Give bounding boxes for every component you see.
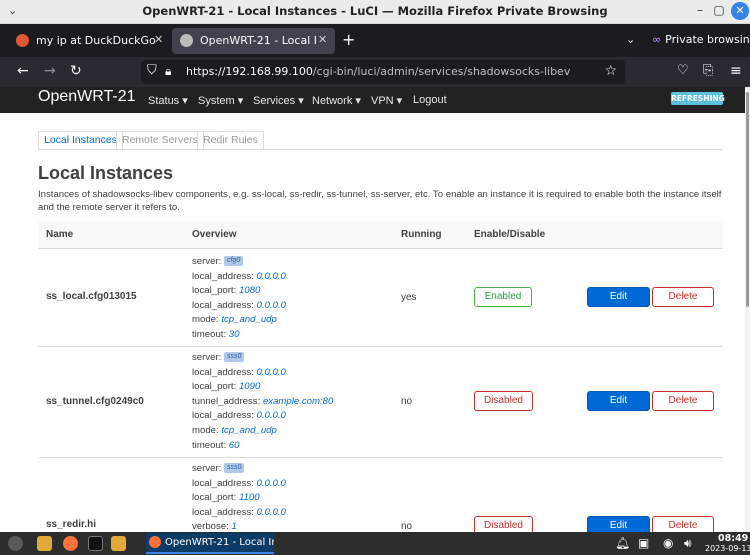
col-header-running: Running <box>401 229 442 240</box>
taskbar-window-firefox[interactable]: OpenWRT-21 - Local Insta... <box>146 533 274 554</box>
server-chip[interactable]: sss0 <box>224 352 245 363</box>
refreshing-badge[interactable]: REFRESHING <box>671 92 725 105</box>
instance-overview: server: sss0 local_address: 0.0.0.0 loca… <box>192 463 286 533</box>
clock-time[interactable]: 08:49 <box>718 533 748 544</box>
browser-tab-openwrt[interactable]: OpenWRT-21 - Local Instanc ✕ <box>172 28 335 54</box>
maximize-button[interactable]: ▢ <box>711 3 727 17</box>
tab-redir-rules[interactable]: Redir Rules <box>197 131 264 149</box>
network-icon[interactable]: ◉ <box>663 536 673 550</box>
instance-name: ss_local.cfg013015 <box>46 291 137 302</box>
edit-button[interactable]: Edit <box>587 287 650 307</box>
pocket-icon[interactable]: ♡ <box>677 63 689 78</box>
new-tab-button[interactable]: + <box>342 30 355 49</box>
back-arrow-icon[interactable]: ← <box>17 63 29 79</box>
menu-status[interactable]: Status ▾ <box>148 94 188 107</box>
tab-list-chevron-icon[interactable]: ⌄ <box>626 33 635 46</box>
browser-nav-bar: ← → ↻ ⛉ 🔒︎ https://192.168.99.100/cgi-bi… <box>0 57 750 87</box>
menu-system[interactable]: System ▾ <box>198 94 243 107</box>
page-scrollbar-thumb[interactable] <box>746 92 749 307</box>
desktop-taskbar: OpenWRT-21 - Local Insta... 🔔︎ ▣ ◉ 🔊︎ 08… <box>0 532 750 555</box>
hamburger-menu-icon[interactable]: ≡ <box>730 63 742 79</box>
window-title: OpenWRT-21 - Local Instances - LuCI — Mo… <box>142 4 608 18</box>
instance-overview: server: sss0 local_address: 0.0.0.0 loca… <box>192 352 334 451</box>
firefox-icon <box>149 536 161 548</box>
window-titlebar: ⌄ OpenWRT-21 - Local Instances - LuCI — … <box>0 0 750 24</box>
file-manager-icon[interactable] <box>37 536 52 551</box>
url-bar[interactable]: ⛉ 🔒︎ https://192.168.99.100/cgi-bin/luci… <box>141 60 625 84</box>
clock-date[interactable]: 2023-09-13 <box>705 544 750 553</box>
instance-name: ss_tunnel.cfg0249c0 <box>46 396 144 407</box>
firefox-launcher-icon[interactable] <box>63 536 78 551</box>
tracking-shield-icon[interactable]: ⛉ <box>147 63 157 78</box>
tab-underline <box>38 149 723 150</box>
duckduckgo-favicon-icon <box>16 34 29 47</box>
start-menu-icon[interactable] <box>8 536 23 551</box>
server-chip[interactable]: cfg0 <box>224 256 244 267</box>
table-divider <box>38 346 723 347</box>
tab-remote-servers[interactable]: Remote Servers <box>116 131 204 149</box>
url-text[interactable]: https://192.168.99.100/cgi-bin/luci/admi… <box>186 65 570 78</box>
table-header <box>38 221 723 248</box>
openwrt-favicon-icon <box>180 34 193 47</box>
forward-arrow-icon[interactable]: → <box>44 63 56 79</box>
running-status: yes <box>401 292 417 303</box>
menu-vpn[interactable]: VPN ▾ <box>371 94 402 107</box>
minimize-button[interactable]: – <box>692 3 708 17</box>
page-description: Instances of shadowsocks-libev component… <box>38 189 722 213</box>
enable-toggle-button[interactable]: Disabled <box>474 391 533 411</box>
luci-header-bar: OpenWRT-21 Status ▾ System ▾ Services ▾ … <box>0 87 745 113</box>
menu-network[interactable]: Network ▾ <box>312 94 361 107</box>
table-divider <box>38 457 723 458</box>
menu-services[interactable]: Services ▾ <box>253 94 304 107</box>
page-content: Local Instances Remote Servers Redir Rul… <box>0 113 745 536</box>
volume-icon[interactable]: 🔊︎ <box>684 536 692 551</box>
tab-close-icon[interactable]: ✕ <box>318 33 327 46</box>
workspace-icon[interactable]: ▣ <box>638 536 649 550</box>
instance-overview: server: cfg0 local_address: 0.0.0.0 loca… <box>192 256 286 340</box>
col-header-overview: Overview <box>192 229 237 240</box>
enable-toggle-button[interactable]: Enabled <box>474 287 532 307</box>
notifications-bell-icon[interactable]: 🔔︎ <box>615 536 630 550</box>
tab-label: OpenWRT-21 - Local Instanc <box>200 34 318 47</box>
terminal-icon[interactable] <box>88 536 103 551</box>
folder-icon[interactable] <box>111 536 126 551</box>
page-title: Local Instances <box>38 163 174 183</box>
reload-icon[interactable]: ↻ <box>70 63 82 79</box>
private-browsing-indicator: ∞ Private browsing <box>652 33 750 46</box>
close-window-button[interactable]: ✕ <box>731 2 749 20</box>
instance-name: ss_redir.hi <box>46 519 97 530</box>
tab-close-icon[interactable]: ✕ <box>154 33 163 46</box>
edit-button[interactable]: Edit <box>587 391 650 411</box>
bookmark-star-icon[interactable]: ☆ <box>604 63 617 79</box>
tab-label: my ip at DuckDuckGo <box>36 34 156 47</box>
col-header-enable: Enable/Disable <box>474 229 546 240</box>
browser-tab-strip: my ip at DuckDuckGo ✕ OpenWRT-21 - Local… <box>0 24 750 57</box>
delete-button[interactable]: Delete <box>652 287 714 307</box>
lock-icon[interactable]: 🔒︎ <box>165 64 171 79</box>
private-mask-icon: ∞ <box>652 33 662 46</box>
extensions-icon[interactable]: ⎘ <box>703 63 713 78</box>
delete-button[interactable]: Delete <box>652 391 714 411</box>
server-chip[interactable]: sss0 <box>224 463 245 474</box>
browser-tab-duckduckgo[interactable]: my ip at DuckDuckGo ✕ <box>8 28 170 54</box>
table-divider <box>38 248 723 249</box>
running-status: no <box>401 521 413 532</box>
luci-brand[interactable]: OpenWRT-21 <box>38 88 136 106</box>
menu-logout[interactable]: Logout <box>413 94 447 106</box>
col-header-name: Name <box>46 229 74 240</box>
running-status: no <box>401 396 413 407</box>
tab-local-instances[interactable]: Local Instances <box>38 131 123 149</box>
